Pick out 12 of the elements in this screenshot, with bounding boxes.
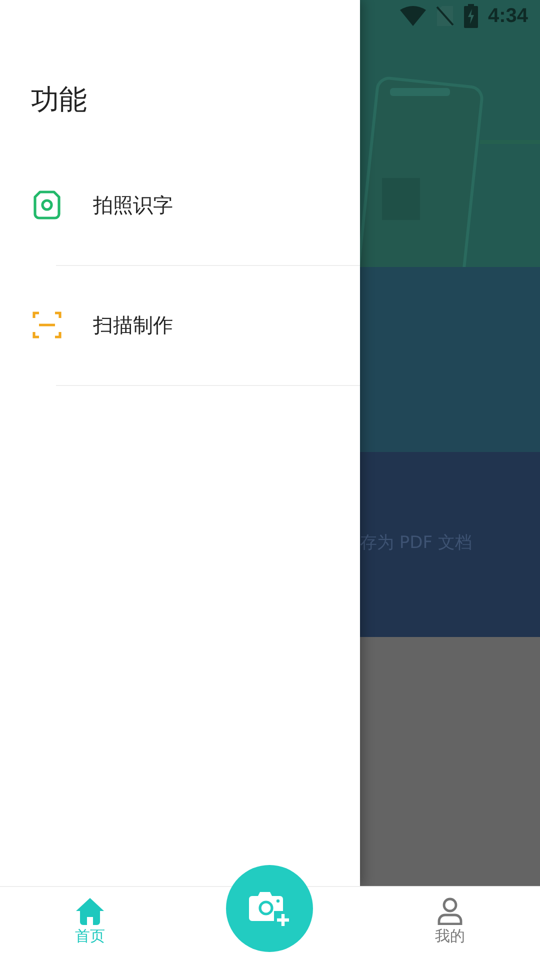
nav-tab[interactable]: 我的: [360, 887, 540, 960]
drawer-item[interactable]: 拍照识字: [0, 146, 360, 266]
scan-icon: [31, 309, 63, 341]
camera-icon: [31, 189, 63, 221]
no-sim-icon: [436, 5, 454, 27]
wifi-icon: [400, 6, 426, 26]
drawer-item[interactable]: 扫描制作: [0, 266, 360, 386]
home-icon: [75, 897, 105, 926]
drawer-title: 功能: [30, 82, 88, 118]
camera-add-icon: [248, 890, 292, 928]
user-icon: [436, 897, 464, 926]
battery-icon: [464, 4, 478, 28]
